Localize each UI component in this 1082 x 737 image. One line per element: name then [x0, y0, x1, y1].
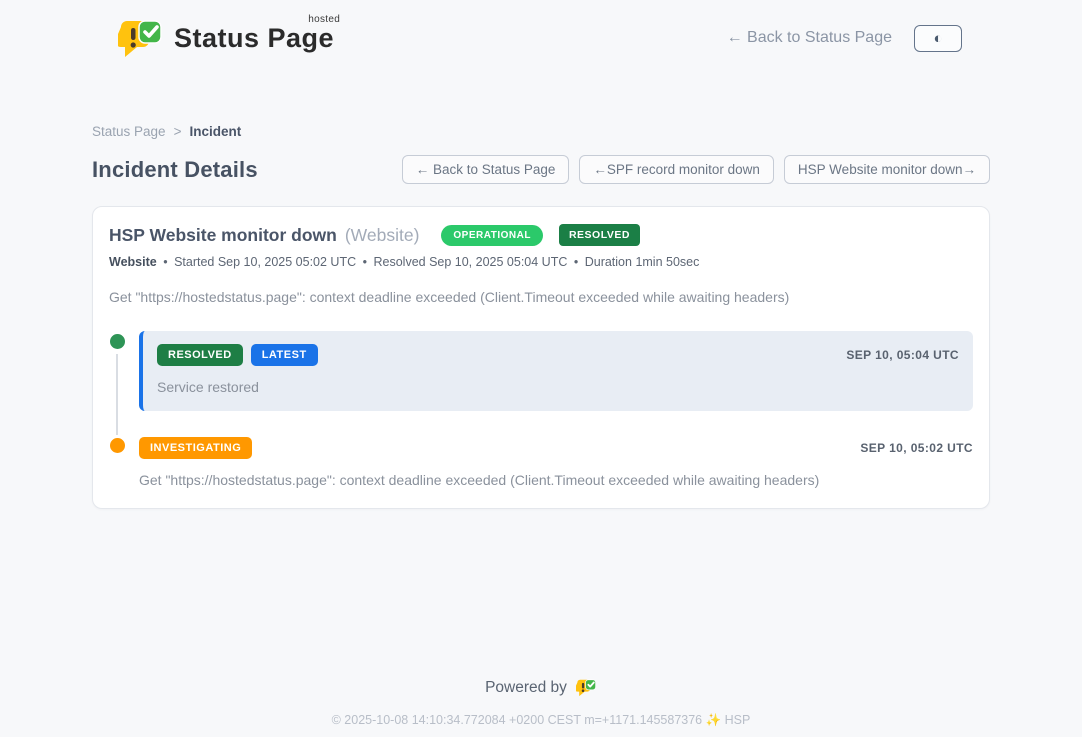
incident-meta: Website • Started Sep 10, 2025 05:02 UTC… [109, 255, 973, 269]
timeline-badge-latest: LATEST [251, 344, 318, 366]
timeline-dot-resolved [110, 334, 125, 349]
operational-badge: OPERATIONAL [441, 225, 543, 246]
meta-started: Started Sep 10, 2025 05:02 UTC [174, 255, 356, 269]
timeline-message: Get "https://hostedstatus.page": context… [139, 472, 973, 488]
timeline-timestamp: SEP 10, 05:04 UTC [846, 348, 959, 362]
next-incident-button[interactable]: HSP Website monitor down→ [784, 155, 990, 184]
timeline-rail [109, 331, 125, 435]
timeline-entry: INVESTIGATING SEP 10, 05:02 UTC Get "htt… [109, 435, 973, 488]
theme-toggle-button[interactable]: ◐ [914, 25, 962, 52]
meta-service: Website [109, 255, 157, 269]
back-to-status-page-button[interactable]: ← Back to Status Page [402, 155, 570, 184]
incident-description: Get "https://hostedstatus.page": context… [109, 289, 973, 305]
breadcrumb-root[interactable]: Status Page [92, 124, 166, 139]
timeline-message: Service restored [157, 379, 959, 395]
statuspage-logo: Status Page hosted [118, 15, 338, 61]
brand-hosted-label: hosted [308, 14, 340, 25]
brand-name: Status Page hosted [174, 23, 338, 54]
incident-card: HSP Website monitor down (Website) OPERA… [92, 206, 990, 509]
back-to-status-page-link[interactable]: ← Back to Status Page [727, 29, 892, 47]
timeline-rail [109, 435, 125, 488]
copyright-text: © 2025-10-08 14:10:34.772084 +0200 CEST … [0, 713, 1082, 728]
page-footer: Powered by © 2025-10-08 14:10:34.772084 … [0, 677, 1082, 728]
breadcrumb-current: Incident [189, 124, 241, 139]
breadcrumb-separator: > [174, 124, 182, 139]
statuspage-logo-icon [118, 15, 164, 61]
timeline-entry: RESOLVED LATEST SEP 10, 05:04 UTC Servic… [109, 331, 973, 435]
incident-title: HSP Website monitor down [109, 225, 337, 246]
timeline-timestamp: SEP 10, 05:02 UTC [860, 441, 973, 455]
page-title: Incident Details [92, 157, 258, 183]
breadcrumb: Status Page > Incident [92, 124, 990, 139]
main-content: Status Page > Incident Incident Details … [92, 124, 990, 509]
statuspage-logo-icon-small [576, 677, 597, 698]
timeline-entry-latest: RESOLVED LATEST SEP 10, 05:04 UTC Servic… [139, 331, 973, 411]
incident-nav-buttons: ← Back to Status Page ←SPF record monito… [402, 155, 990, 184]
resolved-badge: RESOLVED [559, 224, 640, 246]
timeline-dot-investigating [110, 438, 125, 453]
meta-duration: Duration 1min 50sec [585, 255, 700, 269]
timeline-entry-investigating: INVESTIGATING SEP 10, 05:02 UTC Get "htt… [139, 435, 973, 488]
incident-timeline: RESOLVED LATEST SEP 10, 05:04 UTC Servic… [109, 331, 973, 488]
contrast-icon: ◐ [933, 31, 942, 46]
powered-by-label: Powered by [485, 679, 567, 697]
timeline-badge-investigating: INVESTIGATING [139, 437, 252, 459]
timeline-badge-resolved: RESOLVED [157, 344, 243, 366]
meta-resolved: Resolved Sep 10, 2025 05:04 UTC [373, 255, 567, 269]
powered-by: Powered by [0, 677, 1082, 698]
timeline-connector-line [116, 354, 118, 435]
top-header: Status Page hosted ← Back to Status Page… [0, 0, 1082, 62]
prev-incident-button[interactable]: ←SPF record monitor down [579, 155, 774, 184]
incident-scope: (Website) [345, 225, 420, 246]
